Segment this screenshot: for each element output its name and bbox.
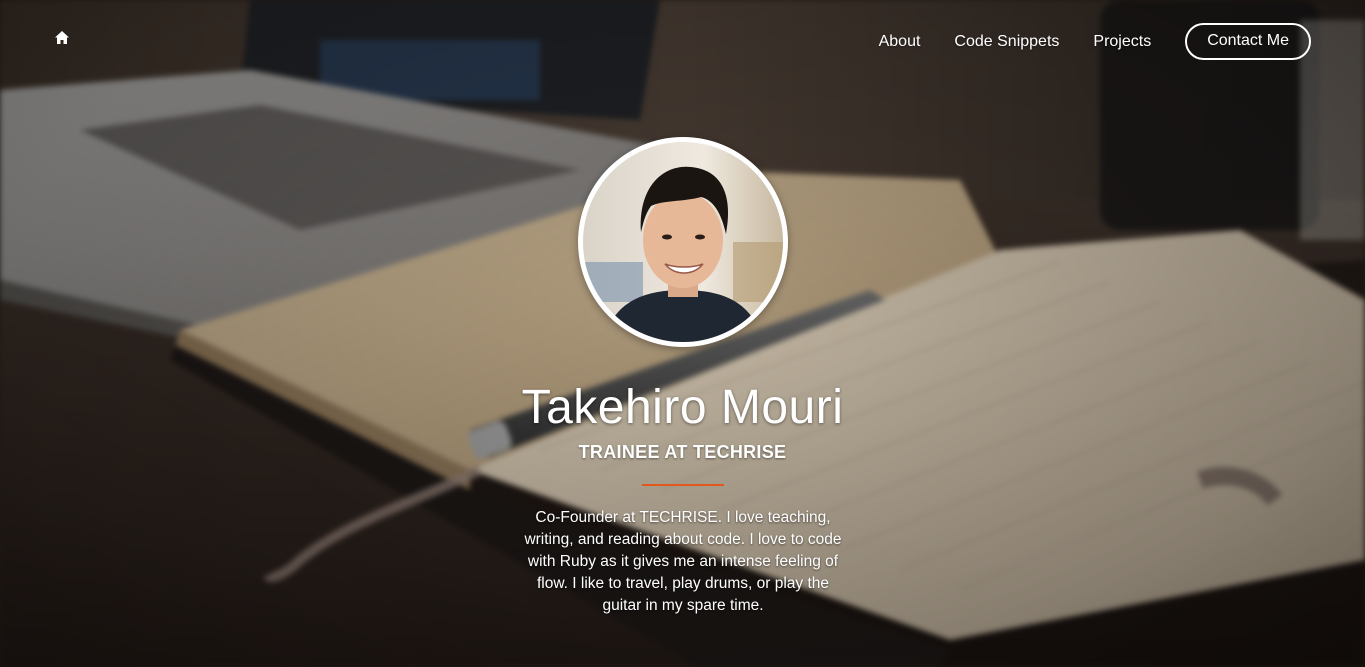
nav-link-code-snippets[interactable]: Code Snippets [954, 33, 1059, 51]
avatar-frame [578, 137, 788, 347]
nav-link-projects[interactable]: Projects [1093, 33, 1151, 51]
avatar [583, 142, 783, 342]
home-icon[interactable] [54, 30, 70, 46]
profile-role: TRAINEE AT TECHRISE [578, 442, 787, 462]
main-nav: About Code Snippets Projects Contact Me [879, 23, 1311, 60]
contact-me-button[interactable]: Contact Me [1185, 23, 1311, 60]
profile-bio: Co-Founder at TECHRISE. I love teaching,… [524, 509, 842, 614]
profile-name: Takehiro Mouri [521, 381, 844, 434]
hero-section: About Code Snippets Projects Contact Me [0, 0, 1365, 667]
accent-divider [642, 484, 724, 486]
nav-link-about[interactable]: About [879, 33, 921, 51]
